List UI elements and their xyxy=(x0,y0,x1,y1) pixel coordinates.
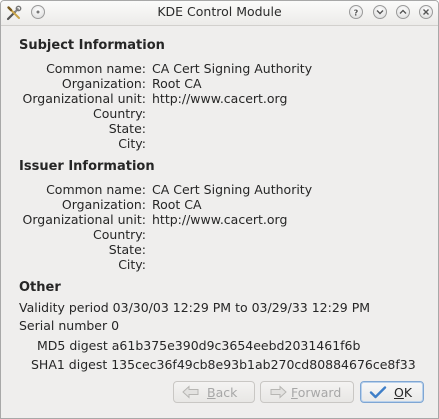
field-value: http://www.cacert.org xyxy=(152,91,288,106)
back-button[interactable]: Back xyxy=(173,381,255,403)
issuer-city-row: City: xyxy=(1,257,438,272)
other-heading: Other xyxy=(19,280,61,295)
md5-digest: MD5 digest a61b375e390d9c3654eebd2031461… xyxy=(37,338,361,353)
title-bar[interactable]: KDE Control Module ? xyxy=(1,1,438,26)
sha1-digest: SHA1 digest 135cec36f49cb8e93b1ab270cd80… xyxy=(31,357,416,372)
ok-button-label: OK xyxy=(394,385,413,400)
maximize-button[interactable] xyxy=(396,5,410,19)
field-label: Common name: xyxy=(46,61,146,76)
serial-number: Serial number 0 xyxy=(19,318,120,333)
field-label: City: xyxy=(118,257,146,272)
issuer-organization-row: Organization: Root CA xyxy=(1,197,438,212)
field-label: Organizational unit: xyxy=(22,91,146,106)
field-value: CA Cert Signing Authority xyxy=(152,182,313,197)
subject-city-row: City: xyxy=(1,136,438,151)
back-button-label: Back xyxy=(207,385,238,400)
field-value: CA Cert Signing Authority xyxy=(152,61,313,76)
help-button[interactable]: ? xyxy=(349,5,363,19)
subject-organization-row: Organization: Root CA xyxy=(1,76,438,91)
subject-org-unit-row: Organizational unit: http://www.cacert.o… xyxy=(1,91,438,106)
ok-button[interactable]: OK xyxy=(360,381,424,403)
field-label: Country: xyxy=(93,227,146,242)
field-value: http://www.cacert.org xyxy=(152,212,288,227)
subject-state-row: State: xyxy=(1,121,438,136)
issuer-common-name-row: Common name: CA Cert Signing Authority xyxy=(1,182,438,197)
field-label: State: xyxy=(108,242,146,257)
field-label: Country: xyxy=(93,106,146,121)
field-label: Organizational unit: xyxy=(22,212,146,227)
field-value: Root CA xyxy=(152,76,202,91)
subject-country-row: Country: xyxy=(1,106,438,121)
arrow-left-icon xyxy=(182,385,200,402)
field-label: Organization: xyxy=(61,197,146,212)
issuer-state-row: State: xyxy=(1,242,438,257)
checkmark-icon xyxy=(369,385,387,402)
field-label: State: xyxy=(108,121,146,136)
field-value: Root CA xyxy=(152,197,202,212)
field-label: Common name: xyxy=(46,182,146,197)
subject-information-heading: Subject Information xyxy=(19,38,165,53)
validity-period: Validity period 03/30/03 12:29 PM to 03/… xyxy=(19,300,371,315)
arrow-right-icon xyxy=(269,385,287,402)
svg-text:?: ? xyxy=(354,8,359,16)
issuer-country-row: Country: xyxy=(1,227,438,242)
forward-button-label: Forward xyxy=(291,385,342,400)
issuer-information-heading: Issuer Information xyxy=(19,159,155,174)
close-button[interactable] xyxy=(419,5,433,19)
field-label: Organization: xyxy=(61,76,146,91)
minimize-button[interactable] xyxy=(373,5,387,19)
certificate-dialog: KDE Control Module ? Subject Information… xyxy=(0,0,439,419)
issuer-org-unit-row: Organizational unit: http://www.cacert.o… xyxy=(1,212,438,227)
subject-common-name-row: Common name: CA Cert Signing Authority xyxy=(1,61,438,76)
field-label: City: xyxy=(118,136,146,151)
forward-button[interactable]: Forward xyxy=(260,381,354,403)
